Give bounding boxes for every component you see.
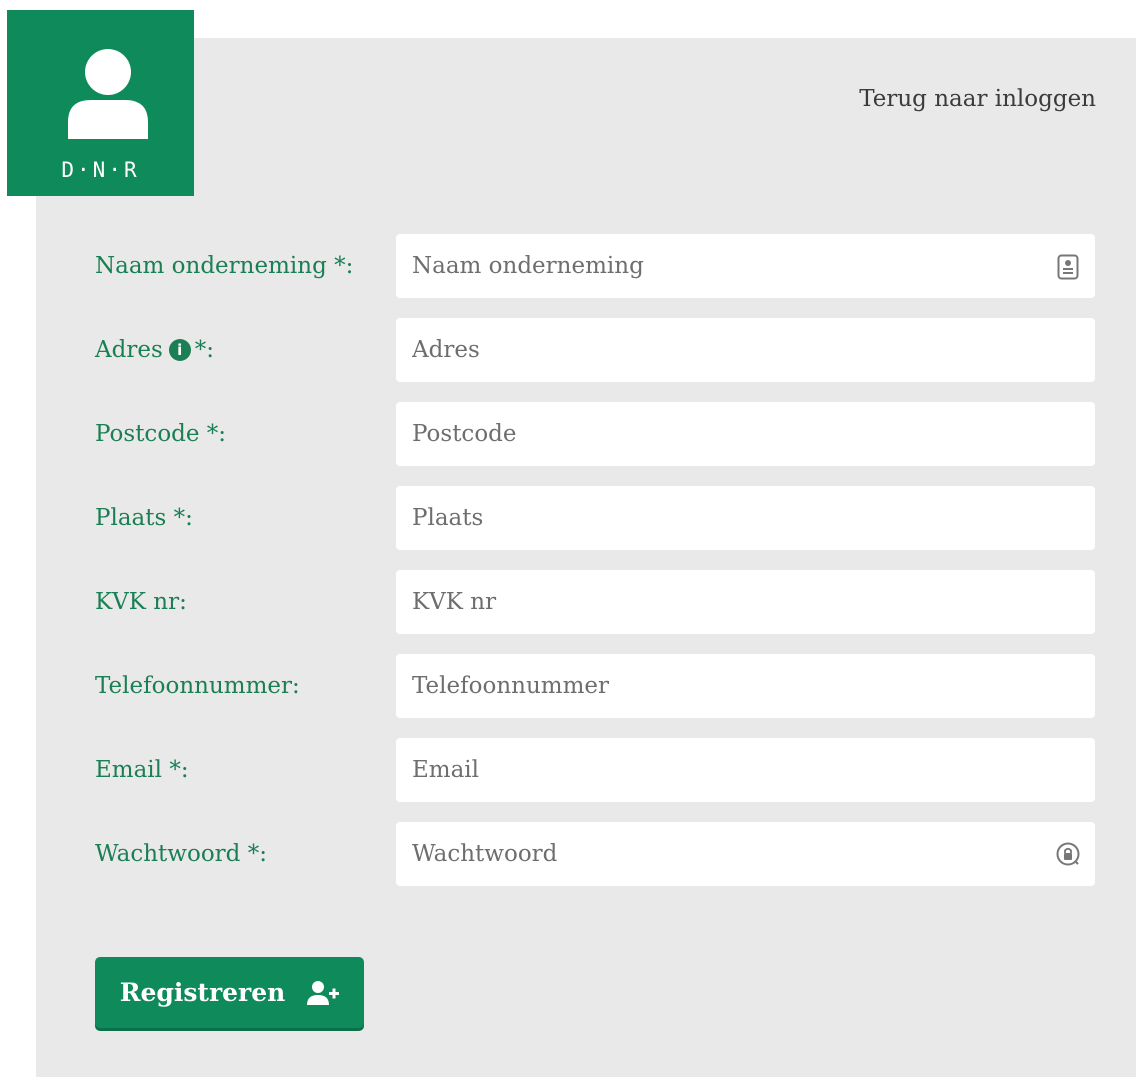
postcode-input[interactable]	[396, 402, 1032, 466]
form-row-postcode: Postcode *:	[0, 402, 1136, 466]
email-label: Email *:	[95, 757, 189, 783]
phone-input[interactable]	[396, 654, 1032, 718]
company-name-input[interactable]	[396, 234, 1032, 298]
form-row-address: Adres i *:	[0, 318, 1136, 382]
phone-field[interactable]	[396, 654, 1095, 718]
form-row-company: Naam onderneming *:	[0, 234, 1136, 298]
postcode-field[interactable]	[396, 402, 1095, 466]
register-button[interactable]: Registreren	[95, 957, 364, 1028]
address-input[interactable]	[396, 318, 1032, 382]
password-input[interactable]	[396, 822, 1032, 886]
contact-card-icon[interactable]	[1057, 254, 1079, 280]
logo-text: D·N·R	[61, 158, 140, 182]
info-icon[interactable]: i	[168, 339, 191, 361]
back-to-login-link[interactable]: Terug naar inloggen	[859, 86, 1096, 112]
register-button-label: Registreren	[119, 978, 286, 1007]
city-field[interactable]	[396, 486, 1095, 550]
address-label: Adres i *:	[95, 318, 214, 382]
email-input[interactable]	[396, 738, 1032, 802]
user-plus-icon	[307, 980, 340, 1005]
logo: D·N·R	[7, 10, 194, 196]
address-field[interactable]	[396, 318, 1095, 382]
email-field[interactable]	[396, 738, 1095, 802]
registration-panel	[36, 38, 1136, 1077]
form-row-email: Email *:	[0, 738, 1136, 802]
phone-label: Telefoonnummer:	[95, 673, 300, 699]
city-input[interactable]	[396, 486, 1032, 550]
kvk-field[interactable]	[396, 570, 1095, 634]
address-label-required: *:	[194, 337, 214, 363]
company-name-field[interactable]	[396, 234, 1095, 298]
password-label: Wachtwoord *:	[95, 841, 267, 867]
form-row-kvk: KVK nr:	[0, 570, 1136, 634]
company-name-label: Naam onderneming *:	[95, 253, 354, 279]
postcode-label: Postcode *:	[95, 421, 227, 447]
password-manager-icon[interactable]	[1055, 841, 1081, 867]
form-row-password: Wachtwoord *:	[0, 822, 1136, 886]
kvk-input[interactable]	[396, 570, 1032, 634]
form-row-city: Plaats *:	[0, 486, 1136, 550]
city-label: Plaats *:	[95, 505, 193, 531]
password-field[interactable]	[396, 822, 1095, 886]
address-label-text: Adres	[95, 337, 163, 363]
kvk-label: KVK nr:	[95, 589, 187, 615]
form-row-phone: Telefoonnummer:	[0, 654, 1136, 718]
